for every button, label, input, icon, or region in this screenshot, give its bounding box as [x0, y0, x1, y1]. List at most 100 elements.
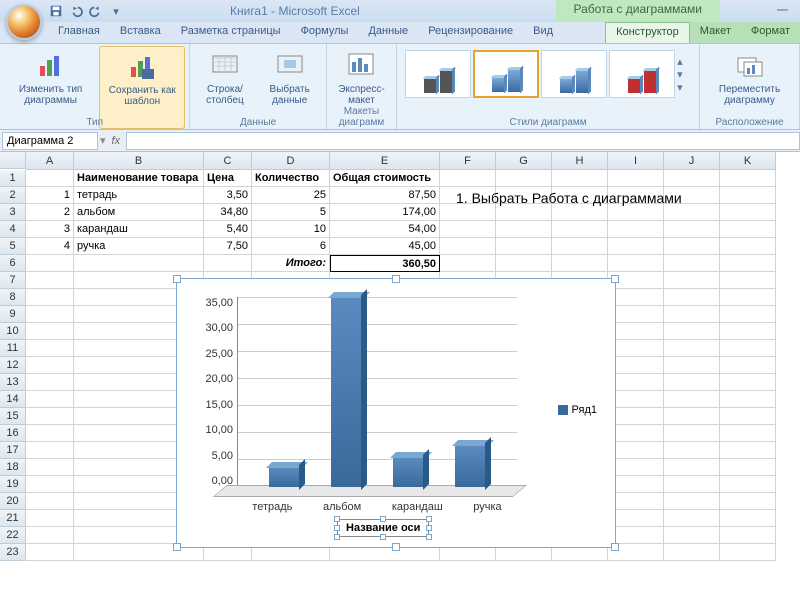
row-head[interactable]: 18	[0, 459, 26, 476]
cell[interactable]: 2	[26, 204, 74, 221]
cell[interactable]	[552, 238, 608, 255]
cell[interactable]	[496, 255, 552, 272]
cell[interactable]	[720, 476, 776, 493]
cell[interactable]	[664, 510, 720, 527]
cell[interactable]	[664, 238, 720, 255]
chart-style-2[interactable]	[473, 50, 539, 98]
chart-bar[interactable]	[331, 298, 361, 487]
cell[interactable]: карандаш	[74, 221, 204, 238]
cell[interactable]	[664, 425, 720, 442]
chart-style-1[interactable]	[405, 50, 471, 98]
chart-bar[interactable]	[269, 468, 299, 487]
cell[interactable]: ручка	[74, 238, 204, 255]
cell[interactable]	[26, 170, 74, 187]
cell[interactable]	[664, 272, 720, 289]
cell[interactable]: 3,50	[204, 187, 252, 204]
cell[interactable]	[26, 527, 74, 544]
cell[interactable]	[26, 289, 74, 306]
cell[interactable]: 360,50	[330, 255, 440, 272]
cell[interactable]	[608, 374, 664, 391]
cell[interactable]	[552, 221, 608, 238]
cell[interactable]	[608, 527, 664, 544]
row-head[interactable]: 8	[0, 289, 26, 306]
cell[interactable]	[608, 340, 664, 357]
chart-bar[interactable]	[393, 458, 423, 487]
cell[interactable]	[664, 391, 720, 408]
cell[interactable]	[552, 170, 608, 187]
cell[interactable]	[720, 510, 776, 527]
row-head[interactable]: 17	[0, 442, 26, 459]
row-head[interactable]: 5	[0, 238, 26, 255]
row-head[interactable]: 14	[0, 391, 26, 408]
cell[interactable]	[664, 255, 720, 272]
cell[interactable]	[608, 510, 664, 527]
col-head-E[interactable]: E	[330, 152, 440, 170]
cell[interactable]: 174,00	[330, 204, 440, 221]
chart-handle-ne[interactable]	[611, 275, 619, 283]
cell[interactable]	[720, 357, 776, 374]
cell[interactable]	[720, 170, 776, 187]
cell[interactable]	[720, 493, 776, 510]
cell[interactable]	[608, 221, 664, 238]
cell[interactable]	[608, 459, 664, 476]
select-all-corner[interactable]	[0, 152, 26, 169]
cell[interactable]	[608, 204, 664, 221]
x-axis-title[interactable]: Название оси	[337, 519, 429, 537]
col-head-F[interactable]: F	[440, 152, 496, 170]
chart-handle-sw[interactable]	[173, 543, 181, 551]
row-head[interactable]: 10	[0, 323, 26, 340]
tab-chart-design[interactable]: Конструктор	[605, 22, 690, 43]
col-head-H[interactable]: H	[552, 152, 608, 170]
col-head-G[interactable]: G	[496, 152, 552, 170]
chart-style-more[interactable]: ▴▾▾	[677, 51, 691, 98]
col-head-A[interactable]: A	[26, 152, 74, 170]
tab-data[interactable]: Данные	[358, 22, 418, 43]
cell[interactable]	[664, 459, 720, 476]
cell[interactable]	[664, 544, 720, 561]
cell[interactable]	[26, 357, 74, 374]
cell[interactable]	[608, 238, 664, 255]
col-head-B[interactable]: B	[74, 152, 204, 170]
row-head[interactable]: 23	[0, 544, 26, 561]
row-head[interactable]: 6	[0, 255, 26, 272]
name-box[interactable]: Диаграмма 2	[2, 132, 98, 150]
cell[interactable]: 6	[252, 238, 330, 255]
cell[interactable]	[608, 170, 664, 187]
cell[interactable]	[26, 340, 74, 357]
cell[interactable]	[440, 255, 496, 272]
cell[interactable]	[720, 204, 776, 221]
cell[interactable]	[608, 255, 664, 272]
cell[interactable]	[720, 323, 776, 340]
chart-handle-nw[interactable]	[173, 275, 181, 283]
cell[interactable]	[664, 289, 720, 306]
cell[interactable]	[552, 204, 608, 221]
row-head[interactable]: 9	[0, 306, 26, 323]
cell[interactable]	[26, 272, 74, 289]
cell[interactable]: 4	[26, 238, 74, 255]
cell[interactable]	[496, 204, 552, 221]
row-head[interactable]: 21	[0, 510, 26, 527]
cell[interactable]	[664, 221, 720, 238]
cell[interactable]	[608, 306, 664, 323]
cell[interactable]	[664, 442, 720, 459]
row-head[interactable]: 13	[0, 374, 26, 391]
cell[interactable]: 5,40	[204, 221, 252, 238]
cell[interactable]	[26, 255, 74, 272]
cell[interactable]: 3	[26, 221, 74, 238]
row-head[interactable]: 11	[0, 340, 26, 357]
row-head[interactable]: 2	[0, 187, 26, 204]
tab-chart-layout[interactable]: Макет	[690, 22, 741, 43]
plot-area[interactable]: 35,00 30,00 25,00 20,00 15,00 10,00 5,00…	[237, 297, 517, 487]
tab-view[interactable]: Вид	[523, 22, 563, 43]
cell[interactable]	[440, 170, 496, 187]
cell[interactable]: Общая стоимость	[330, 170, 440, 187]
cell[interactable]	[664, 527, 720, 544]
cell[interactable]	[720, 221, 776, 238]
cell[interactable]: Количество	[252, 170, 330, 187]
cell[interactable]	[720, 255, 776, 272]
cell[interactable]	[720, 187, 776, 204]
minimize-button[interactable]: —	[777, 4, 788, 16]
cell[interactable]	[608, 493, 664, 510]
cell[interactable]: 45,00	[330, 238, 440, 255]
cell[interactable]	[440, 238, 496, 255]
